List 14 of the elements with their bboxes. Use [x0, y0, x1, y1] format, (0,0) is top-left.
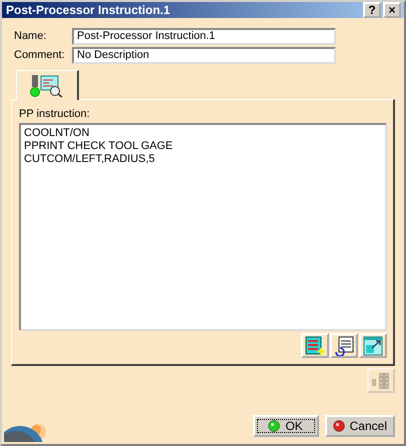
window-title: Post-Processor Instruction.1 — [6, 3, 172, 17]
instruction-text-area[interactable]: COOLNT/ON PPRINT CHECK TOOL GAGE CUTCOM/LEFT,RADIUS,5 — [19, 123, 387, 331]
instruction-line: PPRINT CHECK TOOL GAGE — [24, 140, 174, 153]
text-field[interactable]: Post-Processor Instruction.1 — [72, 28, 336, 44]
field-label: Name: — [13, 30, 48, 42]
close-button[interactable]: × — [383, 2, 401, 18]
cancel-button[interactable]: Cancel — [324, 415, 395, 437]
help-button[interactable]: ? — [363, 2, 381, 18]
instruction-line: COOLNT/ON — [24, 127, 90, 140]
text-field[interactable]: No Description — [72, 46, 336, 64]
instruction-line: CUTCOM/LEFT,RADIUS,5 — [24, 153, 156, 166]
ok-button[interactable]: OK — [252, 415, 319, 437]
field-label: Comment: — [13, 49, 66, 61]
instruction-label: PP instruction: — [19, 108, 91, 120]
